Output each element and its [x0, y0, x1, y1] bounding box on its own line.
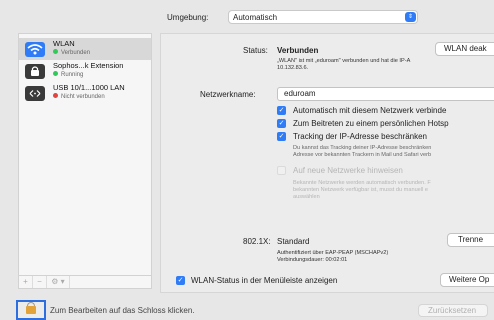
reset-button[interactable]: Zurücksetzen: [418, 304, 488, 317]
show-in-menubar-checkbox[interactable]: ✓: [176, 276, 185, 285]
status-dot-icon: [53, 49, 58, 54]
status-ip: 10.132.83.6.: [277, 65, 309, 71]
auth-value: Standard: [277, 237, 310, 246]
remove-service-button[interactable]: −: [33, 276, 47, 288]
service-list-toolbar: + − ⚙ ▾: [18, 276, 152, 289]
status-value: Verbunden: [277, 46, 319, 55]
service-status: Running: [61, 72, 84, 78]
service-item-sophos[interactable]: Sophos...k Extension Running: [19, 60, 151, 82]
service-actions-menu-button[interactable]: ⚙ ▾: [47, 276, 70, 288]
wlan-disable-button[interactable]: WLAN deak: [435, 42, 494, 56]
hotspot-join-checkbox[interactable]: ✓: [277, 119, 286, 128]
advanced-options-button[interactable]: Weitere Op: [440, 273, 494, 287]
limit-ip-tracking-label: Tracking der IP-Adresse beschränken: [293, 132, 427, 141]
auth-label: 802.1X:: [243, 237, 271, 246]
status-dot-icon: [53, 71, 58, 76]
add-service-button[interactable]: +: [19, 276, 33, 288]
service-item-wlan[interactable]: WLAN Verbunden: [19, 38, 151, 60]
disconnect-button[interactable]: Trenne: [447, 233, 494, 247]
lock-hint: Zum Bearbeiten auf das Schloss klicken.: [50, 306, 195, 315]
padlock-icon: [26, 306, 36, 314]
hotspot-join-label: Zum Beitreten zu einem persönlichen Hots…: [293, 119, 449, 128]
auto-join-label: Automatisch mit diesem Netzwerk verbinde: [293, 106, 447, 115]
service-name: WLAN: [53, 39, 75, 48]
ask-new-networks-label: Auf neue Netzwerke hinweisen: [293, 166, 403, 175]
chevron-updown-icon: ⇕: [405, 12, 416, 22]
ethernet-icon: [25, 86, 45, 101]
status-info: „WLAN" ist mit „eduroam" verbunden und h…: [277, 58, 411, 64]
auth-method: Authentifiziert über EAP-PEAP (MSCHAPv2): [277, 250, 389, 256]
network-name-value: eduroam: [284, 89, 316, 98]
service-name: Sophos...k Extension: [53, 61, 124, 70]
service-status: Verbunden: [61, 50, 91, 56]
ask-new-note-cont: bekannten Netzwerk verfügbar ist, musst …: [293, 187, 428, 193]
wifi-icon: [25, 42, 45, 57]
service-item-usb-lan[interactable]: USB 10/1...1000 LAN Nicht verbunden: [19, 82, 151, 104]
status-dot-icon: [53, 93, 58, 98]
location-select[interactable]: Automatisch ⇕: [228, 10, 418, 24]
service-status: Nicht verbunden: [61, 94, 105, 100]
tracking-note-cont: Adresse vor bekannten Trackern in Mail u…: [293, 152, 432, 158]
show-in-menubar-label: WLAN-Status in der Menüleiste anzeigen: [191, 276, 338, 285]
service-list: WLAN Verbunden Sophos...k Extension Runn…: [18, 33, 152, 276]
lock-icon: [25, 64, 45, 79]
status-label: Status:: [243, 46, 268, 55]
lock-button[interactable]: [16, 300, 46, 320]
limit-ip-tracking-checkbox[interactable]: ✓: [277, 132, 286, 141]
ask-new-networks-checkbox[interactable]: ✓: [277, 166, 286, 175]
auto-join-checkbox[interactable]: ✓: [277, 106, 286, 115]
location-value: Automatisch: [233, 13, 278, 22]
ask-new-note: Bekannte Netzwerke werden automatisch ve…: [293, 180, 431, 186]
service-name: USB 10/1...1000 LAN: [53, 83, 125, 92]
network-name-select[interactable]: eduroam: [277, 87, 494, 101]
connection-duration: Verbindungsdauer: 00:02:01: [277, 257, 348, 263]
tracking-note: Du kannst das Tracking deiner IP-Adresse…: [293, 145, 432, 151]
network-name-label: Netzwerkname:: [200, 90, 256, 99]
ask-new-note-end: auswählen: [293, 194, 320, 200]
location-label: Umgebung:: [167, 13, 209, 22]
